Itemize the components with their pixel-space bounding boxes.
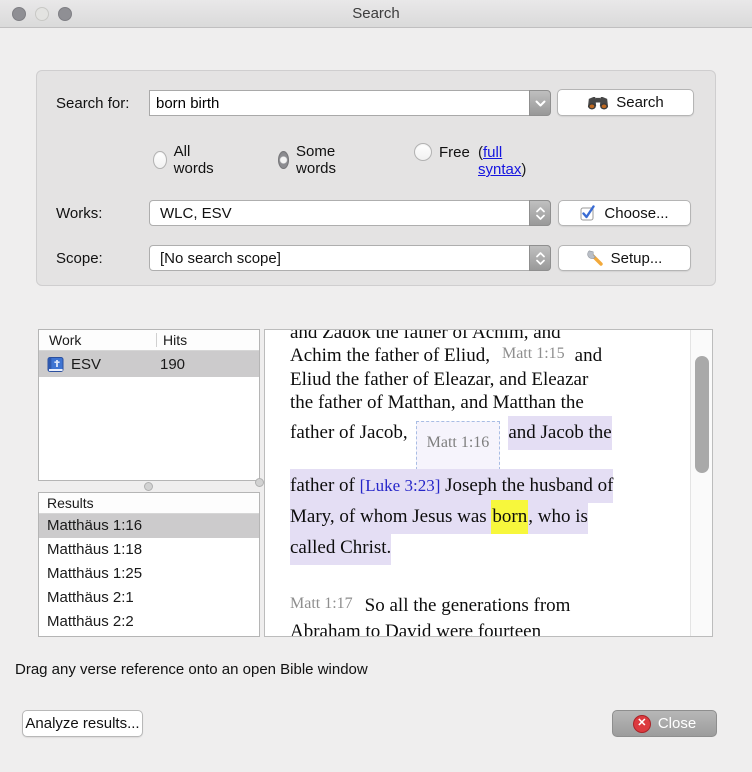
splitter-grip-icon[interactable]	[144, 482, 153, 491]
chevron-down-icon	[535, 100, 546, 107]
setup-button-label: Setup...	[611, 250, 663, 267]
list-item[interactable]: Matthäus 1:16	[39, 514, 259, 538]
work-hits-header: Work Hits	[39, 330, 259, 351]
chevron-up-icon	[536, 252, 545, 258]
list-item[interactable]: Matthäus 2:2	[39, 610, 259, 634]
verse-reference-box[interactable]: Matt 1:16	[416, 421, 501, 470]
bible-text-line: father of [Luke 3:23] Joseph the husband…	[290, 470, 686, 501]
full-syntax-link-wrap: (full syntax)	[478, 144, 526, 178]
table-row[interactable]: ESV 190	[39, 351, 259, 377]
work-column-header[interactable]: Work	[39, 332, 156, 348]
bible-text-line: and Zadok the father of Achim, and	[290, 330, 686, 344]
search-options-panel: Search for: Search All words	[36, 70, 716, 286]
results-list-panel: Results Matthäus 1:16 Matthäus 1:18 Matt…	[38, 492, 260, 637]
stepper-icon	[529, 200, 551, 226]
search-button-label: Search	[616, 94, 664, 111]
search-history-dropdown-button[interactable]	[529, 90, 551, 116]
bible-text-line: Matt 1:17So all the generations from	[290, 593, 686, 619]
scrollbar-thumb[interactable]	[695, 356, 709, 473]
scrollbar-track[interactable]	[690, 330, 712, 636]
list-item[interactable]: Matthäus 1:25	[39, 562, 259, 586]
radio-free[interactable]: Free	[414, 143, 470, 161]
chevron-up-icon	[536, 207, 545, 213]
radio-some-words[interactable]: Some words	[278, 143, 343, 177]
search-for-label: Search for:	[56, 95, 129, 112]
hit-word-highlight: born	[491, 500, 528, 534]
checkmark-icon	[580, 205, 597, 221]
splitter-grip-icon[interactable]	[255, 478, 264, 487]
work-hits-panel: Work Hits ESV 190	[38, 329, 260, 481]
results-header-label: Results	[39, 495, 94, 511]
analyze-results-button[interactable]: Analyze results...	[22, 710, 143, 737]
choose-button[interactable]: Choose...	[558, 200, 691, 226]
radio-circle-icon	[414, 143, 432, 161]
works-label: Works:	[56, 205, 102, 222]
bible-text-panel: and Zadok the father of Achim, and Achim…	[264, 329, 713, 637]
works-popup-value: WLC, ESV	[160, 205, 232, 222]
bible-text-line: Eliud the father of Eleazar, and Eleazar	[290, 368, 686, 391]
list-item[interactable]: Matthäus 2:4	[39, 634, 259, 637]
paren-close: )	[521, 161, 526, 178]
setup-button[interactable]: Setup...	[558, 245, 691, 271]
scope-popup-value: [No search scope]	[160, 250, 281, 267]
choose-button-label: Choose...	[604, 205, 668, 222]
radio-free-label: Free	[439, 144, 470, 161]
bible-text-line: the father of Matthan, and Matthan the	[290, 391, 686, 414]
radio-all-words-label: All words	[174, 143, 218, 177]
window-title: Search	[0, 5, 752, 22]
bible-text-line: Abraham to David were fourteen	[290, 619, 686, 637]
analyze-results-label: Analyze results...	[25, 715, 139, 732]
chevron-down-icon	[536, 259, 545, 265]
bible-text-line: father of Jacob,Matt 1:16and Jacob the	[290, 414, 686, 470]
radio-all-words[interactable]: All words	[153, 143, 218, 177]
scope-popup[interactable]: [No search scope]	[149, 245, 551, 271]
work-hits-count: 190	[157, 356, 185, 373]
close-button[interactable]: ✕ Close	[612, 710, 717, 737]
wrench-icon	[587, 250, 604, 266]
radio-circle-icon	[153, 151, 167, 169]
work-name: ESV	[71, 356, 157, 373]
bible-text-line: Mary, of whom Jesus was born, who is	[290, 501, 686, 532]
binoculars-icon	[587, 95, 609, 110]
bible-text-line: Achim the father of Eliud,Matt 1:15and	[290, 344, 686, 368]
drag-hint-text: Drag any verse reference onto an open Bi…	[15, 661, 368, 678]
close-button-label: Close	[658, 715, 696, 732]
scope-label: Scope:	[56, 250, 103, 267]
list-item[interactable]: Matthäus 1:18	[39, 538, 259, 562]
stepper-icon	[529, 245, 551, 271]
chevron-down-icon	[536, 214, 545, 220]
cross-reference-link[interactable]: [Luke 3:23]	[360, 476, 441, 495]
verse-reference[interactable]: Matt 1:17	[290, 595, 353, 612]
search-window: Search Search for: Search All words	[0, 0, 752, 772]
results-header: Results	[39, 493, 259, 514]
title-bar: Search	[0, 0, 752, 28]
hits-column-header[interactable]: Hits	[157, 332, 187, 348]
bible-book-icon	[47, 357, 64, 372]
full-syntax-link[interactable]: full syntax	[478, 144, 521, 178]
works-popup[interactable]: WLC, ESV	[149, 200, 551, 226]
radio-selected-circle-icon	[278, 151, 289, 169]
bible-text-content[interactable]: and Zadok the father of Achim, and Achim…	[265, 330, 692, 637]
radio-some-words-label: Some words	[296, 143, 343, 177]
list-item[interactable]: Matthäus 2:1	[39, 586, 259, 610]
search-input[interactable]	[149, 90, 529, 116]
search-button[interactable]: Search	[557, 89, 694, 116]
verse-reference[interactable]: Matt 1:15	[502, 345, 565, 362]
bible-text-line: called Christ.	[290, 532, 686, 563]
red-close-circle-icon: ✕	[633, 715, 651, 733]
